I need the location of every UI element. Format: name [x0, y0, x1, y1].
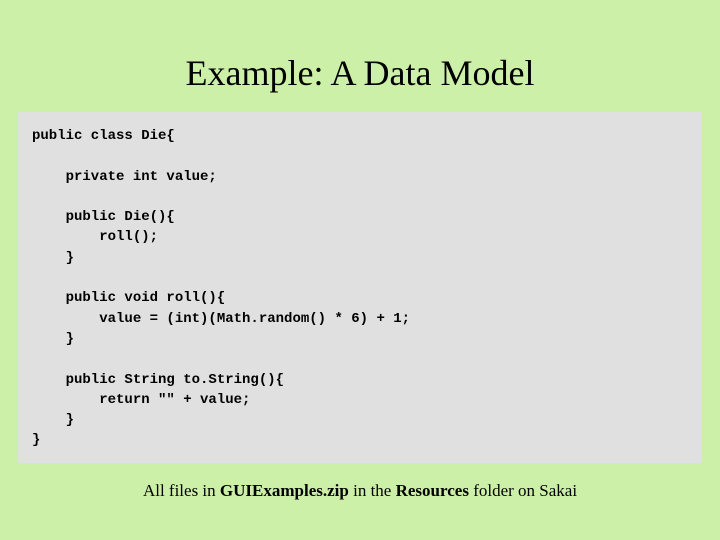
- slide: Example: A Data Model public class Die{ …: [0, 0, 720, 540]
- footer-text-prefix: All files in: [143, 481, 220, 500]
- footer-filename: GUIExamples.zip: [220, 481, 349, 500]
- footer-text-suffix: folder on Sakai: [469, 481, 577, 500]
- code-block: public class Die{ private int value; pub…: [18, 112, 702, 463]
- footer-note: All files in GUIExamples.zip in the Reso…: [0, 481, 720, 501]
- slide-title: Example: A Data Model: [0, 0, 720, 112]
- footer-text-mid: in the: [349, 481, 396, 500]
- footer-folder: Resources: [396, 481, 469, 500]
